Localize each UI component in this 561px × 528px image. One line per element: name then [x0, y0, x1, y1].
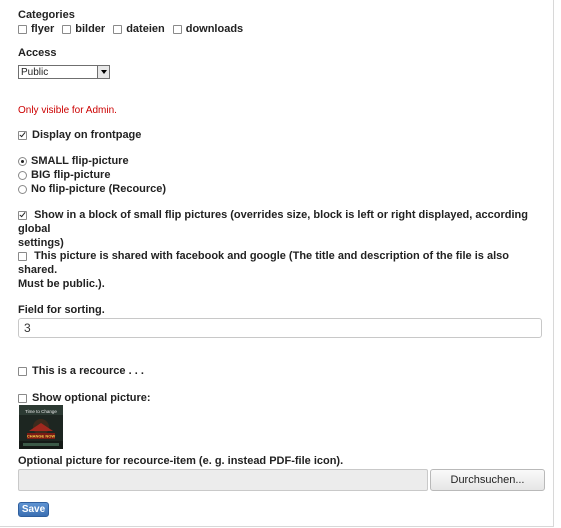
- frontpage-row: Display on frontpage: [18, 129, 141, 141]
- chevron-down-icon[interactable]: [97, 66, 109, 78]
- sorting-input[interactable]: 3: [18, 318, 542, 338]
- access-label: Access: [18, 47, 57, 59]
- thumbnail-text-top: Time to Change: [25, 409, 57, 414]
- flip-option-small: SMALL flip-picture: [18, 155, 129, 167]
- access-select[interactable]: Public: [18, 65, 110, 79]
- thumbnail-image: Time to Change CHANGE NOW: [19, 405, 63, 449]
- frontpage-checkbox[interactable]: [18, 130, 27, 140]
- frontpage-label: Display on frontpage: [32, 129, 142, 141]
- access-selected-value: Public: [21, 66, 49, 78]
- category-label-dateien: dateien: [126, 23, 165, 35]
- small-block-label-line2: settings): [18, 237, 64, 249]
- thumbnail-text-bottom: CHANGE NOW: [27, 434, 55, 439]
- category-label-bilder: bilder: [75, 23, 106, 35]
- file-path-input[interactable]: [18, 469, 428, 491]
- categories-options: flyer bilder dateien downloads: [18, 23, 243, 35]
- optional-picture-row: Show optional picture:: [18, 392, 151, 404]
- category-checkbox-flyer[interactable]: [18, 24, 27, 34]
- flip-radio-none[interactable]: [18, 184, 27, 194]
- flip-label-none: No flip-picture (Recource): [31, 183, 167, 195]
- category-label-downloads: downloads: [185, 23, 244, 35]
- recource-checkbox[interactable]: [18, 366, 27, 376]
- small-block-row: Show in a block of small flip pictures (…: [18, 208, 548, 250]
- optional-picture-checkbox[interactable]: [18, 393, 27, 403]
- flip-label-small: SMALL flip-picture: [31, 155, 129, 167]
- recource-label: This is a recource . . .: [32, 365, 144, 377]
- optional-picture-thumbnail: Time to Change CHANGE NOW: [19, 405, 63, 449]
- small-block-label-line1: Show in a block of small flip pictures (…: [18, 209, 528, 235]
- categories-label: Categories: [18, 9, 75, 21]
- category-checkbox-bilder[interactable]: [62, 24, 72, 34]
- shared-row: This picture is shared with facebook and…: [18, 249, 548, 291]
- flip-label-big: BIG flip-picture: [31, 169, 111, 181]
- category-checkbox-dateien[interactable]: [113, 24, 123, 34]
- shared-checkbox[interactable]: [18, 251, 27, 261]
- category-label-flyer: flyer: [31, 23, 55, 35]
- sorting-label: Field for sorting.: [18, 304, 105, 316]
- upload-label: Optional picture for recource-item (e. g…: [18, 455, 344, 467]
- flip-option-none: No flip-picture (Recource): [18, 183, 166, 195]
- optional-picture-label: Show optional picture:: [32, 392, 151, 404]
- shared-label-line1: This picture is shared with facebook and…: [18, 250, 509, 276]
- save-button[interactable]: Save: [18, 502, 49, 517]
- sorting-input-value: 3: [24, 321, 31, 335]
- browse-button[interactable]: Durchsuchen...: [430, 469, 545, 491]
- small-block-checkbox[interactable]: [18, 210, 27, 220]
- flip-radio-small[interactable]: [18, 156, 27, 166]
- shared-label-line2: Must be public.).: [18, 278, 105, 290]
- flip-radio-big[interactable]: [18, 170, 27, 180]
- category-checkbox-downloads[interactable]: [172, 24, 182, 34]
- flip-option-big: BIG flip-picture: [18, 169, 110, 181]
- access-note: Only visible for Admin.: [18, 105, 117, 116]
- recource-row: This is a recource . . .: [18, 365, 144, 377]
